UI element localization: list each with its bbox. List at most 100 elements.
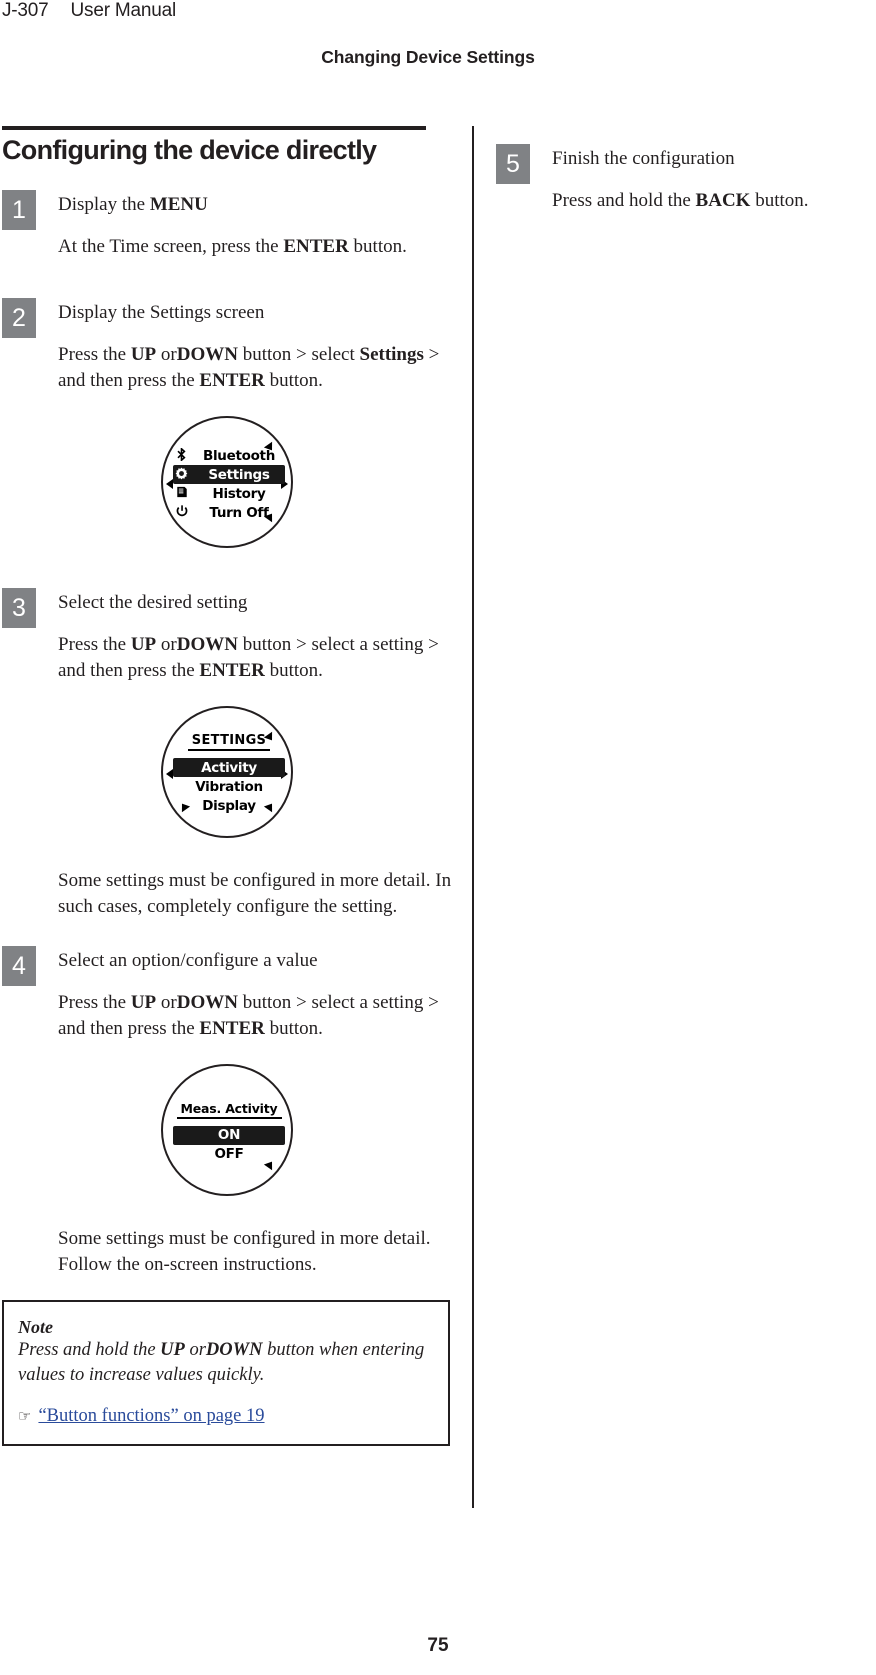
instr-key-down: DOWN <box>176 992 238 1014</box>
instr-part: button > select a setting <box>237 634 424 656</box>
instr-part: Press the <box>58 992 131 1014</box>
instr-part: or <box>156 634 177 656</box>
menu-item-label: Turn Off <box>209 504 269 521</box>
step-3: 3 Select the desired setting Press the U… <box>2 588 452 684</box>
activity-option-off: OFF <box>173 1145 285 1164</box>
instr-key-up: UP <box>130 344 157 366</box>
step-body: Finish the configuration Press and hold … <box>552 144 876 214</box>
instr-key-back: BACK <box>695 190 751 211</box>
instr-key-enter: ENTER <box>199 1018 265 1040</box>
instr-part: button. <box>264 660 323 682</box>
document-type: User Manual <box>70 0 177 21</box>
instr-part: button. <box>264 370 323 392</box>
instr-key-down: DOWN <box>176 344 238 366</box>
step-1: 1 Display the MENU At the Time screen, p… <box>2 190 452 260</box>
instr-part: Press the <box>58 344 131 366</box>
menu-item-bluetooth: Bluetooth <box>173 446 285 465</box>
instr-key-enter: ENTER <box>283 236 349 258</box>
settings-item-label: Activity <box>201 759 257 776</box>
step-number-badge: 1 <box>2 190 36 231</box>
page-header: J-307 User Manual Changing Device Setting… <box>0 0 876 96</box>
step-body: Display the MENU At the Time screen, pre… <box>58 190 452 260</box>
menu-item-label: History <box>212 485 266 502</box>
step-body: Select an option/configure a value Press… <box>58 946 452 1042</box>
step-instruction: Press and hold the BACK button. <box>552 188 876 214</box>
instr-part: button. <box>348 236 407 258</box>
watch-screen-title: SETTINGS <box>187 733 271 752</box>
watch-menu-figure-wrap: Bluetooth Settings History Turn Off <box>2 416 452 549</box>
step-title: Display the MENU <box>58 192 452 218</box>
step-title: Finish the configuration <box>552 148 735 169</box>
page-number: 75 <box>427 1635 449 1656</box>
note-key-down: DOWN <box>205 1340 263 1361</box>
step-title-emphasis: MENU <box>149 194 208 216</box>
watch-settings-list: SETTINGS Activity Vibration Display <box>163 708 291 836</box>
instr-key-enter: ENTER <box>199 660 265 682</box>
note-body: Press and hold the UP orDOWN button when… <box>18 1338 434 1388</box>
activity-option-label: ON <box>217 1127 241 1144</box>
step-instruction: At the Time screen, press the ENTER butt… <box>58 234 452 260</box>
step-title: Select the desired setting <box>58 592 248 614</box>
instr-key-enter: ENTER <box>199 370 265 392</box>
watch-screen-title: Meas. Activity <box>176 1101 282 1119</box>
instr-part: or <box>156 992 177 1014</box>
settings-item-label: Vibration <box>195 778 263 795</box>
menu-item-turn-off: Turn Off <box>173 503 285 522</box>
settings-item-display: Display <box>173 796 285 815</box>
step-number-badge: 5 <box>496 144 530 184</box>
note-part: or <box>184 1340 206 1361</box>
gear-icon <box>173 467 190 483</box>
note-box: Note Press and hold the UP orDOWN button… <box>2 1300 450 1447</box>
pointing-hand-icon: ☞ <box>18 1407 32 1426</box>
instr-part: button. <box>264 1018 323 1040</box>
instr-part: Press and hold the <box>552 190 696 211</box>
instr-part: At the Time screen, press the <box>58 236 284 258</box>
watch-settings-figure: SETTINGS Activity Vibration Display <box>161 706 293 839</box>
watch-settings-figure-wrap: SETTINGS Activity Vibration Display <box>2 706 452 839</box>
step-body: Display the Settings screen Press the UP… <box>58 298 452 394</box>
step-3-detail-note: Some settings must be configured in more… <box>58 870 452 918</box>
menu-item-history: History <box>173 484 285 503</box>
instr-key-down: DOWN <box>176 634 238 656</box>
instr-target-settings: Settings <box>359 344 424 366</box>
left-column: Configuring the device directly 1 Displa… <box>2 126 452 1447</box>
watch-activity-list: Meas. Activity ON OFF <box>163 1066 291 1194</box>
column-divider <box>472 126 474 1508</box>
instr-part: button. <box>750 190 809 211</box>
note-part: Press and hold the <box>18 1340 161 1361</box>
step-body: Select the desired setting Press the UP … <box>58 588 452 684</box>
right-column: 5 Finish the configuration Press and hol… <box>496 126 876 216</box>
activity-option-on: ON <box>173 1125 285 1145</box>
cross-reference-link[interactable]: “Button functions” on page 19 <box>38 1404 264 1428</box>
history-list-icon <box>173 486 190 501</box>
instr-key-up: UP <box>130 634 157 656</box>
instr-part: button > select <box>237 344 360 366</box>
menu-item-label: Bluetooth <box>202 447 276 464</box>
step-number-badge: 4 <box>2 946 36 987</box>
instr-part: button > select a setting <box>237 992 424 1014</box>
instr-key-up: UP <box>130 992 157 1014</box>
step-4-detail-note: Some settings must be configured in more… <box>58 1228 431 1276</box>
instr-part: Press the <box>58 634 131 656</box>
settings-item-label: Display <box>202 797 256 814</box>
chapter-title: Changing Device Settings <box>321 47 535 67</box>
document-id: J-307 <box>2 0 49 21</box>
step-5: 5 Finish the configuration Press and hol… <box>496 144 876 214</box>
watch-menu-list: Bluetooth Settings History Turn Off <box>163 418 291 546</box>
watch-activity-figure: Meas. Activity ON OFF <box>161 1064 293 1197</box>
menu-item-settings: Settings <box>173 465 285 485</box>
watch-activity-figure-wrap: Meas. Activity ON OFF <box>2 1064 452 1197</box>
step-instruction: Press the UP orDOWN button > select Sett… <box>58 342 452 394</box>
step-2: 2 Display the Settings screen Press the … <box>2 298 452 394</box>
menu-item-label: Settings <box>208 466 270 483</box>
step-4: 4 Select an option/configure a value Pre… <box>2 946 452 1042</box>
step-title: Select an option/configure a value <box>58 950 318 972</box>
note-key-up: UP <box>160 1340 185 1361</box>
settings-item-activity: Activity <box>173 758 285 778</box>
cross-reference-row[interactable]: ☞ “Button functions” on page 19 <box>18 1404 434 1428</box>
step-instruction: Press the UP orDOWN button > select a se… <box>58 632 452 684</box>
settings-item-vibration: Vibration <box>173 777 285 796</box>
step-title: Display the Settings screen <box>58 302 265 324</box>
instr-part: or <box>156 344 177 366</box>
step-number-badge: 2 <box>2 298 36 339</box>
